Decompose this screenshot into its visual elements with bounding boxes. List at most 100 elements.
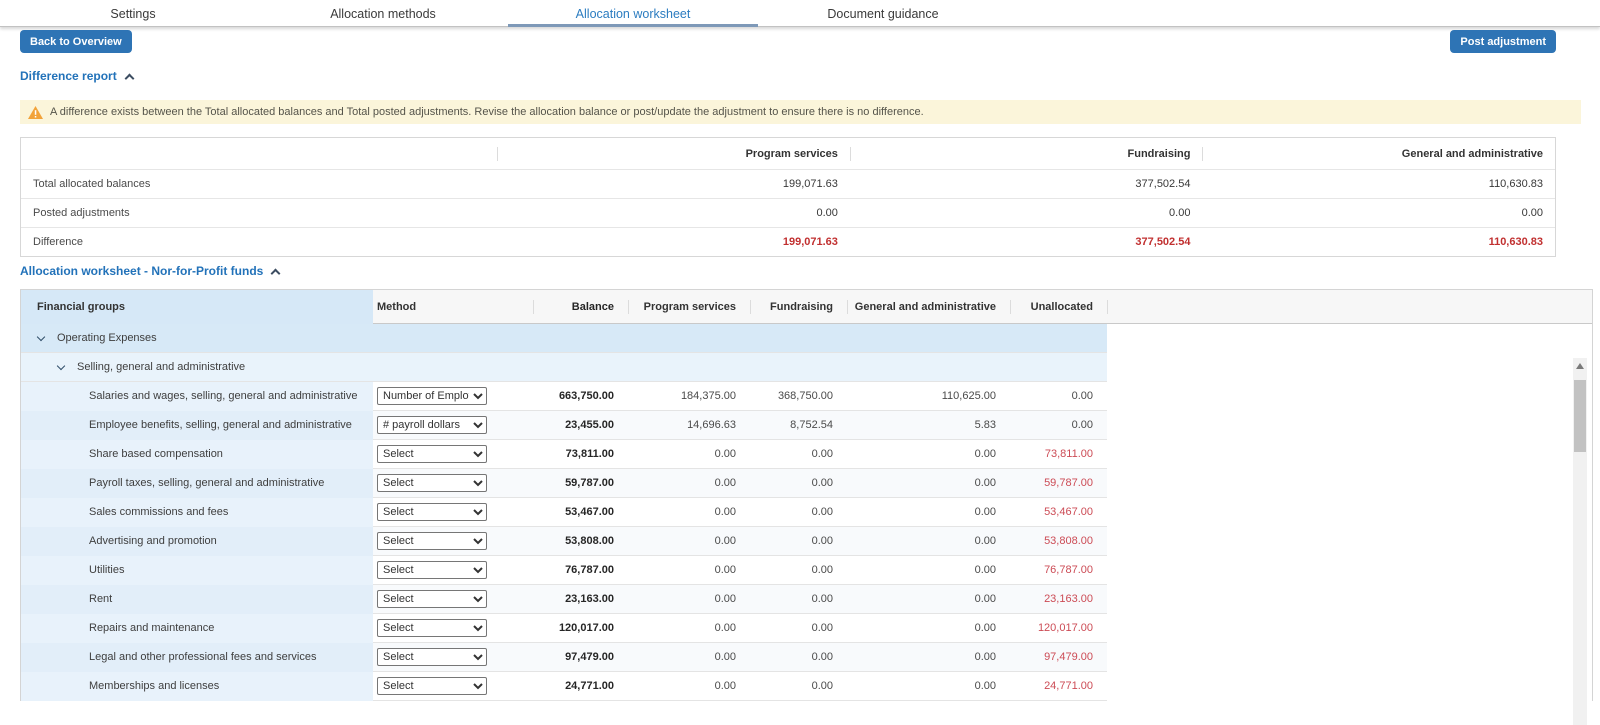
difference-warning-banner: A difference exists between the Total al… bbox=[20, 100, 1581, 124]
fundraising-value: 0.00 bbox=[750, 498, 847, 527]
post-adjustment-button[interactable]: Post adjustment bbox=[1450, 30, 1556, 53]
general-administrative-value: 0.00 bbox=[847, 614, 1010, 643]
scroll-down-arrow-icon[interactable] bbox=[1573, 720, 1587, 725]
program-services-value: 0.00 bbox=[628, 440, 750, 469]
scroll-up-arrow-icon[interactable] bbox=[1573, 358, 1587, 373]
group-row-label: Operating Expenses bbox=[57, 332, 157, 344]
unallocated-value: 0.00 bbox=[1010, 382, 1107, 411]
balance-value: 53,808.00 bbox=[533, 527, 628, 556]
chevron-down-icon[interactable] bbox=[37, 332, 45, 340]
back-to-overview-button[interactable]: Back to Overview bbox=[20, 30, 132, 53]
method-cell: Select bbox=[373, 527, 533, 556]
method-select[interactable]: Select bbox=[377, 619, 487, 637]
difference-value: 110,630.83 bbox=[1202, 236, 1555, 248]
worksheet-section-toggle[interactable]: Allocation worksheet - Nor-for-Profit fu… bbox=[20, 264, 279, 278]
method-select[interactable]: Select bbox=[377, 677, 487, 695]
method-select[interactable]: Select bbox=[377, 561, 487, 579]
unallocated-value: 120,017.00 bbox=[1010, 614, 1107, 643]
worksheet-section-title: Allocation worksheet - Nor-for-Profit fu… bbox=[20, 264, 263, 278]
difference-report-toggle[interactable]: Difference report bbox=[20, 69, 133, 83]
method-select[interactable]: Select bbox=[377, 648, 487, 666]
method-cell: # payroll dollars bbox=[373, 411, 533, 440]
worksheet-header-end-tick bbox=[1107, 290, 1119, 324]
fundraising-value: 0.00 bbox=[750, 614, 847, 643]
method-cell: Select bbox=[373, 440, 533, 469]
worksheet-column-header-unallocated: Unallocated bbox=[1010, 290, 1107, 324]
account-label: Utilities bbox=[21, 556, 373, 585]
difference-value: 110,630.83 bbox=[1202, 178, 1555, 190]
general-administrative-value: 0.00 bbox=[847, 556, 1010, 585]
program-services-value: 0.00 bbox=[628, 585, 750, 614]
account-label: Memberships and licenses bbox=[21, 672, 373, 701]
worksheet-row-legal-and-other-professional-fees-and-services: Legal and other professional fees and se… bbox=[21, 643, 1107, 672]
balance-value: 53,467.00 bbox=[533, 498, 628, 527]
unallocated-value: 53,808.00 bbox=[1010, 527, 1107, 556]
fundraising-value: 0.00 bbox=[750, 527, 847, 556]
method-cell: Select bbox=[373, 498, 533, 527]
balance-value: 73,811.00 bbox=[533, 440, 628, 469]
difference-value: 0.00 bbox=[850, 207, 1203, 219]
method-cell: Select bbox=[373, 585, 533, 614]
scrollbar-track[interactable] bbox=[1573, 358, 1587, 725]
fundraising-value: 368,750.00 bbox=[750, 382, 847, 411]
fundraising-value: 8,752.54 bbox=[750, 411, 847, 440]
tab-settings[interactable]: Settings bbox=[8, 0, 258, 27]
method-select[interactable]: Select bbox=[377, 445, 487, 463]
method-select[interactable]: # payroll dollars bbox=[377, 416, 487, 434]
difference-row-label: Difference bbox=[21, 236, 497, 248]
balance-value: 97,479.00 bbox=[533, 643, 628, 672]
program-services-value: 0.00 bbox=[628, 498, 750, 527]
worksheet-row-repairs-and-maintenance: Repairs and maintenanceSelect120,017.000… bbox=[21, 614, 1107, 643]
difference-table-row-posted-adjustments: Posted adjustments0.000.000.00 bbox=[21, 198, 1555, 227]
program-services-value: 0.00 bbox=[628, 672, 750, 701]
worksheet-row-salaries-and-wages-selling-general-and-administrative: Salaries and wages, selling, general and… bbox=[21, 382, 1107, 411]
fundraising-value: 0.00 bbox=[750, 585, 847, 614]
allocation-worksheet-table: Financial groupsMethodBalanceProgram ser… bbox=[20, 289, 1593, 701]
method-cell: Select bbox=[373, 556, 533, 585]
difference-row-label: Posted adjustments bbox=[21, 207, 497, 219]
tab-allocation-methods[interactable]: Allocation methods bbox=[258, 0, 508, 27]
worksheet-group-row-selling-general-and-administrative[interactable]: Selling, general and administrative bbox=[21, 353, 1107, 382]
account-label: Payroll taxes, selling, general and admi… bbox=[21, 469, 373, 498]
difference-table-header-row: Program servicesFundraisingGeneral and a… bbox=[21, 138, 1555, 169]
method-select[interactable]: Select bbox=[377, 474, 487, 492]
scrollbar-thumb[interactable] bbox=[1574, 380, 1586, 452]
unallocated-value: 0.00 bbox=[1010, 411, 1107, 440]
chevron-down-icon[interactable] bbox=[57, 361, 65, 369]
account-label: Sales commissions and fees bbox=[21, 498, 373, 527]
balance-value: 120,017.00 bbox=[533, 614, 628, 643]
method-select[interactable]: Select bbox=[377, 503, 487, 521]
method-select[interactable]: Select bbox=[377, 532, 487, 550]
worksheet-column-header-method: Method bbox=[373, 290, 533, 324]
worksheet-column-header-balance: Balance bbox=[533, 290, 628, 324]
worksheet-row-memberships-and-licenses: Memberships and licensesSelect 24,771.00 0… bbox=[21, 672, 1107, 701]
program-services-value: 0.00 bbox=[628, 643, 750, 672]
worksheet-column-header-general-and-administrative: General and administrative bbox=[847, 290, 1010, 324]
worksheet-row-rent: RentSelect23,163.000.000.000.0023,163.00 bbox=[21, 585, 1107, 614]
balance-value: 76,787.00 bbox=[533, 556, 628, 585]
worksheet-header-row: Financial groupsMethodBalanceProgram ser… bbox=[21, 290, 1592, 324]
method-select[interactable]: Number of Employees bbox=[377, 387, 487, 405]
worksheet-group-row-operating-expenses[interactable]: Operating Expenses bbox=[21, 324, 1107, 353]
unallocated-value: 24,771.00 bbox=[1010, 672, 1107, 701]
general-administrative-value: 5.83 bbox=[847, 411, 1010, 440]
method-cell: Select bbox=[373, 672, 533, 701]
tab-allocation-worksheet[interactable]: Allocation worksheet bbox=[508, 0, 758, 27]
collapse-chevron-up-icon bbox=[271, 268, 281, 278]
difference-table-row-difference: Difference199,071.63377,502.54110,630.83 bbox=[21, 227, 1555, 256]
unallocated-value: 76,787.00 bbox=[1010, 556, 1107, 585]
difference-value: 199,071.63 bbox=[497, 236, 850, 248]
worksheet-row-share-based-compensation: Share based compensationSelect73,811.000… bbox=[21, 440, 1107, 469]
general-administrative-value: 0.00 bbox=[847, 440, 1010, 469]
method-select[interactable]: Select bbox=[377, 590, 487, 608]
method-cell: Number of Employees bbox=[373, 382, 533, 411]
tab-bar: SettingsAllocation methodsAllocation wor… bbox=[0, 0, 1600, 27]
difference-report-title: Difference report bbox=[20, 69, 117, 83]
tab-document-guidance[interactable]: Document guidance bbox=[758, 0, 1008, 27]
fundraising-value: 0.00 bbox=[750, 672, 847, 701]
account-label: Repairs and maintenance bbox=[21, 614, 373, 643]
program-services-value: 184,375.00 bbox=[628, 382, 750, 411]
difference-column-header: Fundraising bbox=[850, 148, 1203, 160]
worksheet-row-sales-commissions-and-fees: Sales commissions and feesSelect 53,467.0… bbox=[21, 498, 1107, 527]
method-cell: Select bbox=[373, 469, 533, 498]
